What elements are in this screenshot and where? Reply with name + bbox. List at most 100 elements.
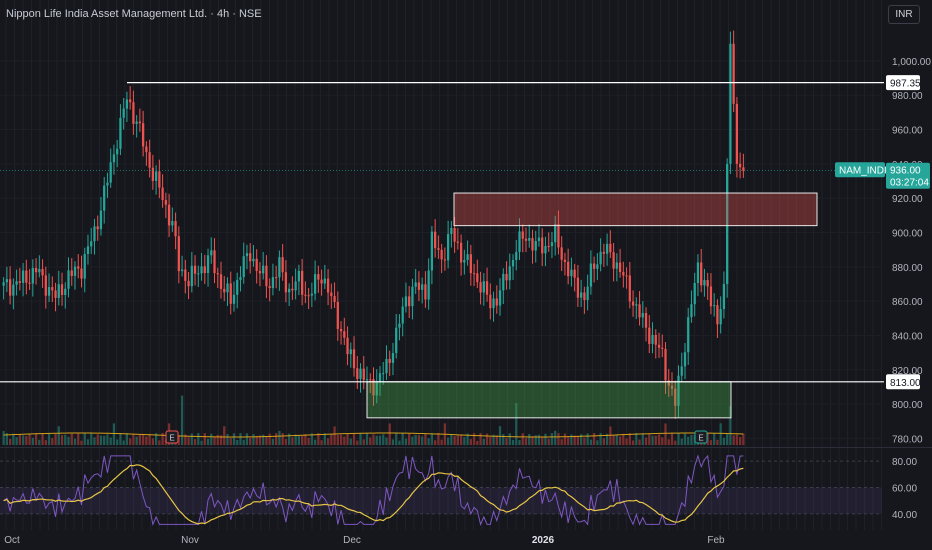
candle-body bbox=[586, 286, 589, 301]
candle-body bbox=[8, 279, 12, 296]
volume-bar bbox=[456, 435, 459, 445]
volume-bar bbox=[638, 439, 641, 445]
rsi-pane bbox=[0, 454, 882, 527]
candle-body bbox=[531, 237, 534, 251]
candle-body bbox=[239, 277, 242, 280]
candle-body bbox=[294, 281, 297, 291]
earnings-marker: E bbox=[694, 430, 708, 444]
volume-bar bbox=[732, 435, 735, 445]
volume-bar bbox=[375, 435, 378, 445]
candle-body bbox=[515, 251, 518, 261]
volume-bar bbox=[80, 440, 83, 445]
time-tick-label: Dec bbox=[343, 535, 361, 546]
earnings-marker-label: E bbox=[169, 434, 174, 443]
volume-bar bbox=[239, 433, 242, 445]
volume-bar bbox=[206, 438, 210, 445]
volume-bar bbox=[615, 434, 618, 445]
rsi-tick-label: 80.00 bbox=[892, 457, 917, 468]
volume-bar bbox=[469, 439, 472, 445]
candle-body bbox=[252, 258, 255, 262]
volume-bar bbox=[271, 438, 275, 445]
volume-bar bbox=[489, 436, 492, 445]
candle-body bbox=[138, 121, 142, 124]
candle-body bbox=[77, 266, 80, 269]
volume-bar bbox=[226, 434, 229, 445]
volume-bar bbox=[563, 433, 567, 445]
volume-bar bbox=[122, 440, 125, 445]
volume-bar bbox=[576, 435, 580, 445]
rsi-tick-label: 40.00 bbox=[892, 510, 917, 521]
candle-body bbox=[573, 269, 576, 278]
candle-body bbox=[687, 317, 690, 353]
volume-bar bbox=[612, 435, 615, 445]
time-axis: Oct Nov Dec 2026 Feb bbox=[4, 535, 725, 546]
candle-body bbox=[300, 270, 304, 295]
volume-bar bbox=[245, 433, 249, 445]
candle-body bbox=[142, 123, 145, 147]
volume-bar bbox=[369, 437, 372, 445]
candle-body bbox=[93, 226, 96, 242]
candle-body bbox=[216, 273, 219, 275]
candle-body bbox=[288, 288, 291, 293]
candle-body bbox=[310, 293, 313, 296]
volume-bar bbox=[12, 433, 15, 445]
volume-bar bbox=[674, 440, 677, 445]
volume-bar bbox=[622, 433, 625, 445]
candle-body bbox=[25, 270, 28, 283]
volume-bar bbox=[60, 435, 64, 445]
candle-body bbox=[184, 269, 187, 281]
candle-body bbox=[343, 331, 346, 338]
volume-bar bbox=[236, 440, 239, 445]
volume-bar bbox=[372, 434, 375, 445]
candle-body bbox=[320, 279, 323, 284]
volume-bar bbox=[31, 437, 34, 445]
candle-body bbox=[242, 256, 245, 278]
candle-body bbox=[476, 273, 479, 283]
candle-body bbox=[544, 246, 547, 254]
candle-body bbox=[12, 284, 15, 296]
volume-bar bbox=[99, 435, 103, 445]
candle-body bbox=[67, 270, 70, 289]
resistance-price-tag: 987.35 bbox=[890, 79, 921, 90]
candle-body bbox=[2, 282, 5, 286]
volume-bar bbox=[158, 440, 161, 445]
candle-body bbox=[317, 274, 320, 280]
candle-body bbox=[135, 121, 138, 124]
volume-bar bbox=[664, 423, 667, 445]
candle-body bbox=[505, 273, 508, 281]
currency-button[interactable]: INR bbox=[888, 5, 920, 24]
candle-body bbox=[417, 282, 421, 290]
candle-body bbox=[177, 236, 180, 272]
volume-bar bbox=[365, 433, 369, 445]
volume-bar bbox=[21, 435, 25, 445]
candle-body bbox=[129, 99, 132, 103]
volume-bar bbox=[404, 438, 408, 445]
candle-body bbox=[648, 327, 651, 344]
volume-bar bbox=[508, 433, 511, 445]
volume-bar bbox=[485, 433, 489, 445]
candle-body bbox=[339, 328, 343, 332]
volume-bar bbox=[349, 438, 352, 445]
volume-bar bbox=[288, 433, 291, 445]
volume-bar bbox=[635, 433, 638, 445]
rsi-band bbox=[0, 487, 882, 514]
volume-bar bbox=[213, 436, 216, 445]
volume-bar bbox=[300, 435, 304, 445]
price-tick-label: 800.00 bbox=[892, 400, 923, 411]
candle-body bbox=[424, 284, 427, 300]
chart-canvas: EE 780.00800.00820.00840.00860.00880.009… bbox=[0, 0, 932, 546]
volume-bar bbox=[716, 439, 719, 445]
volume-bar bbox=[417, 435, 421, 445]
candle-body bbox=[200, 266, 203, 274]
candle-body bbox=[618, 262, 622, 273]
candle-body bbox=[576, 277, 580, 298]
candle-body bbox=[706, 280, 709, 287]
volume-bar bbox=[64, 434, 67, 445]
candle-body bbox=[709, 286, 713, 307]
candle-body bbox=[408, 296, 411, 307]
candle-body bbox=[388, 358, 391, 363]
volume-bar bbox=[547, 438, 550, 445]
candle-body bbox=[411, 286, 414, 307]
candle-body bbox=[385, 358, 388, 374]
candle-body bbox=[80, 268, 83, 279]
